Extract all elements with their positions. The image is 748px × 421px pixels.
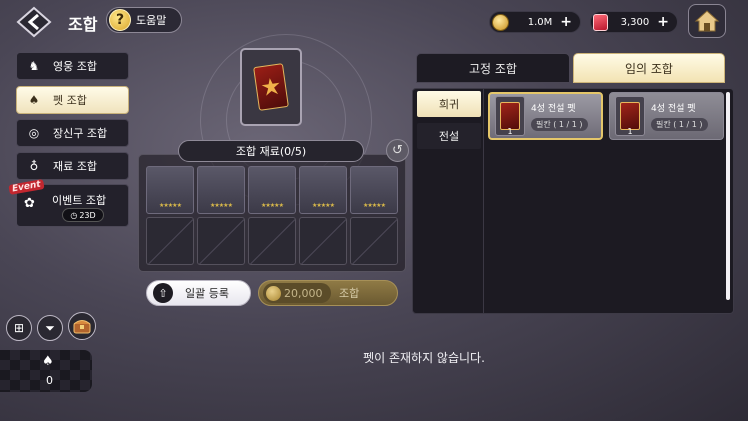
add-gem-button[interactable]: + [657,15,669,29]
grid-view-button[interactable]: ⊞ [6,315,32,341]
star-rating: ★★★★★ [363,202,386,209]
add-gold-button[interactable]: + [560,15,572,29]
empty-slot [248,217,296,265]
pet-card-icon [500,102,520,130]
gold-coin-icon [266,285,281,301]
menu-label: 펫 조합 [53,94,87,107]
combine-label: 조합 [339,287,360,300]
filter-button[interactable]: ⏷ [37,315,63,341]
gem-currency: 3,300 + [590,11,678,33]
bulk-register-label: 일괄 등록 [185,287,229,300]
help-label: 도움말 [136,14,167,27]
cost-value: 20,000 [284,286,323,300]
empty-message: 펫이 존재하지 않습니다. [363,351,485,365]
material-slot[interactable]: ★★★★★ [248,166,296,214]
star-rating: ★★★★★ [261,202,284,209]
pet-icon: ♠ [28,93,40,107]
event-icon: ✿ [24,196,35,211]
menu-label: 장신구 조합 [53,127,108,140]
ring-icon: ◎ [28,126,40,140]
event-timer-value: 23D [79,210,96,220]
empty-slot [299,217,347,265]
tab-legendary[interactable]: 전설 [417,123,481,149]
menu-label: 재료 조합 [53,160,97,173]
home-icon [694,10,720,32]
result-card[interactable]: 1 4성 전설 펫 필칸 ( 1 / 1 ) [488,92,603,140]
material-slot[interactable]: ★★★★★ [350,166,398,214]
menu-material-combine[interactable]: ♁ 재료 조합 [16,152,129,180]
back-arrow-icon [16,6,52,38]
star-rating: ★★★★★ [312,202,335,209]
tab-random-combine[interactable]: 임의 조합 [573,53,725,83]
filter-icon: ⏷ [45,320,55,335]
material-icon: ♁ [29,159,39,173]
tab-fixed-combine[interactable]: 고정 조합 [416,53,570,83]
pet-thumbnail: 1 [495,96,525,136]
empty-slot [146,217,194,265]
material-slot[interactable]: ★★★★★ [299,166,347,214]
event-label: 이벤트 조합 [52,194,107,207]
gold-amount: 1.0M [527,16,553,28]
pet-count: 0 [46,374,53,387]
menu-hero-combine[interactable]: ♞ 영웅 조합 [16,52,129,80]
combine-button[interactable]: 20,000 조합 [258,280,398,306]
storage-button[interactable] [68,312,96,340]
empty-message-row: 펫이 존재하지 않습니다. [0,349,748,366]
empty-slot [197,217,245,265]
pet-card-icon [253,63,289,111]
result-quantity: 필칸 ( 1 / 1 ) [651,118,708,131]
result-card-slot[interactable] [240,48,302,126]
pet-card-icon [620,102,640,130]
pet-card-count: 1 [507,127,513,136]
results-scrollbar[interactable] [726,92,730,300]
panel-divider [483,89,484,313]
event-timer: ◷ 23D [62,208,104,222]
back-button[interactable] [14,6,54,38]
menu-pet-combine[interactable]: ♠ 펫 조합 [16,86,129,114]
refresh-icon: ↺ [392,143,403,158]
gem-amount: 3,300 [620,16,650,28]
menu-accessory-combine[interactable]: ◎ 장신구 조합 [16,119,129,147]
pet-card-count: 1 [627,127,633,136]
help-button[interactable]: ? 도움말 [106,7,182,33]
home-button[interactable] [688,4,726,38]
hero-icon: ♞ [28,59,40,73]
gold-coin-icon [492,14,509,31]
result-name: 4성 전설 펫 [651,104,696,114]
clock-icon: ◷ [70,210,78,220]
reset-button[interactable]: ↺ [386,139,409,162]
empty-slot [350,217,398,265]
page-title: 조합 [68,15,98,34]
upload-icon: ⇧ [153,283,173,303]
material-slot[interactable]: ★★★★★ [146,166,194,214]
tab-rare[interactable]: 희귀 [417,91,481,117]
gold-currency: 1.0M + [489,11,581,33]
result-name: 4성 전설 펫 [531,104,576,114]
star-rating: ★★★★★ [210,202,233,209]
question-icon: ? [109,9,131,31]
material-slot[interactable]: ★★★★★ [197,166,245,214]
bulk-register-button[interactable]: ⇧ 일괄 등록 [146,280,251,306]
pet-thumbnail: 1 [615,96,645,136]
star-rating: ★★★★★ [159,202,182,209]
chest-icon [73,320,91,334]
cost-pill: 20,000 [263,283,331,303]
menu-label: 영웅 조합 [53,60,97,73]
burst-icon [261,78,280,96]
grid-icon: ⊞ [13,321,25,335]
gem-icon [593,14,608,31]
materials-header: 조합 재료(0/5) [178,140,364,162]
result-card[interactable]: 1 4성 전설 펫 필칸 ( 1 / 1 ) [609,92,724,140]
result-quantity: 필칸 ( 1 / 1 ) [531,118,588,131]
